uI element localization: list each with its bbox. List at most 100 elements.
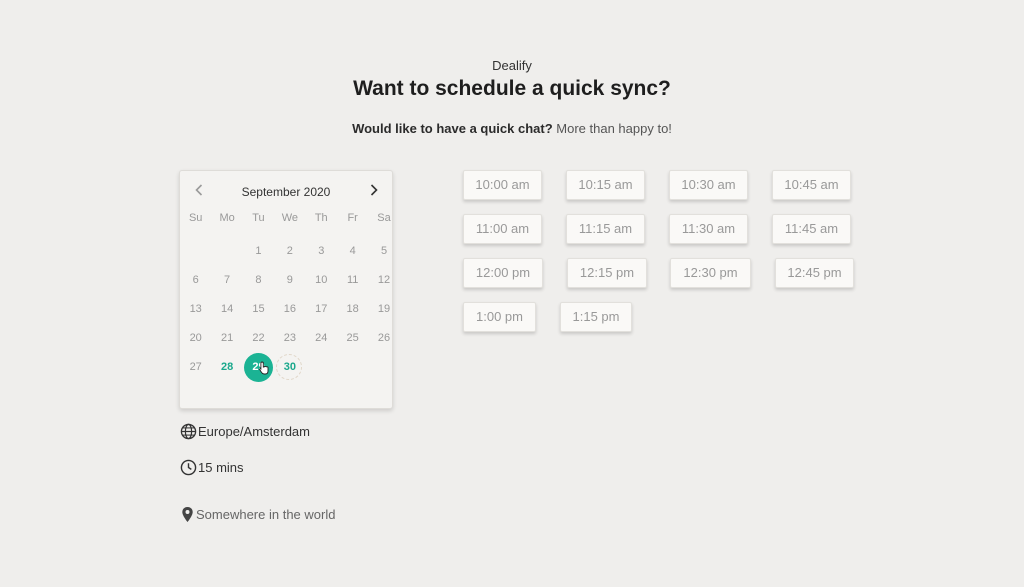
calendar-day: 6 xyxy=(180,266,211,295)
brand-name: Dealify xyxy=(492,58,532,73)
page-subtitle: Would like to have a quick chat? More th… xyxy=(0,121,1024,136)
calendar-day[interactable]: 30 xyxy=(274,353,305,382)
weekday-label: Fr xyxy=(347,212,358,224)
calendar-day: 9 xyxy=(274,266,305,295)
day-number: 25 xyxy=(346,332,359,344)
map-pin-icon xyxy=(182,506,193,523)
time-slot-button[interactable]: 12:30 pm xyxy=(670,258,751,288)
calendar-day: 2 xyxy=(274,237,305,266)
time-slot-button[interactable]: 10:45 am xyxy=(772,170,851,200)
calendar-day: 1 xyxy=(243,237,274,266)
time-slot-button[interactable]: 12:00 pm xyxy=(463,258,543,288)
calendar-week-row: 20 21 22 23 24 25 26 xyxy=(180,324,392,353)
month-label: September 2020 xyxy=(241,185,331,199)
time-slot-button[interactable]: 11:30 am xyxy=(669,214,748,244)
calendar-day: 3 xyxy=(306,237,337,266)
calendar-day: 12 xyxy=(368,266,399,295)
date-picker: September 2020 Su Mo Tu We Th Fr Sa 1 2 3 4 5 6 7 8 9 10… xyxy=(179,170,393,409)
day-number: 12 xyxy=(377,274,391,286)
day-number: 28 xyxy=(220,361,234,373)
day-number: 20 xyxy=(189,332,202,344)
time-slot-button[interactable]: 11:00 am xyxy=(463,214,542,244)
time-slot-button[interactable]: 11:45 am xyxy=(772,214,851,244)
calendar-day-empty xyxy=(211,237,242,266)
calendar-day: 20 xyxy=(180,324,211,353)
calendar-day: 26 xyxy=(368,324,399,353)
calendar-day: 27 xyxy=(180,353,211,382)
day-number: 8 xyxy=(255,274,262,286)
day-number: 1 xyxy=(255,245,262,257)
time-slot-button[interactable]: 1:00 pm xyxy=(463,302,536,332)
day-number: 11 xyxy=(346,274,359,286)
calendar-day: 14 xyxy=(211,295,242,324)
day-number: 23 xyxy=(283,332,296,344)
time-slot-button[interactable]: 12:15 pm xyxy=(567,258,647,288)
day-number: 10 xyxy=(315,274,328,286)
weekday-label: Su xyxy=(188,212,203,224)
calendar-day: 23 xyxy=(274,324,305,353)
day-number: 17 xyxy=(315,303,328,315)
time-slot-button[interactable]: 11:15 am xyxy=(566,214,645,244)
weekday-label: Mo xyxy=(219,212,235,224)
calendar-day: 5 xyxy=(368,237,399,266)
day-number: 13 xyxy=(189,303,202,315)
day-number: 3 xyxy=(318,245,325,257)
chevron-right-icon[interactable] xyxy=(365,184,383,198)
location-info: Somewhere in the world xyxy=(180,506,335,523)
calendar-day: 11 xyxy=(337,266,368,295)
calendar-day: 21 xyxy=(211,324,242,353)
calendar-week-row: 6 7 8 9 10 11 12 xyxy=(180,266,392,295)
calendar-day[interactable]: 28 xyxy=(211,353,242,382)
day-number: 14 xyxy=(220,303,234,315)
day-number: 7 xyxy=(224,274,231,286)
day-number: 24 xyxy=(315,332,328,344)
weekday-label: Sa xyxy=(377,212,391,224)
calendar-day: 19 xyxy=(368,295,399,324)
day-number: 26 xyxy=(377,332,391,344)
calendar-day-empty xyxy=(337,353,368,382)
timezone-label: Europe/Amsterdam xyxy=(198,424,310,439)
timezone-info: Europe/Amsterdam xyxy=(180,423,310,440)
day-number: 5 xyxy=(380,245,388,257)
time-slot-button[interactable]: 10:15 am xyxy=(566,170,645,200)
calendar-day: 15 xyxy=(243,295,274,324)
time-slot-button[interactable]: 10:00 am xyxy=(463,170,542,200)
day-number: 22 xyxy=(252,332,265,344)
calendar-day: 16 xyxy=(274,295,305,324)
day-number: 2 xyxy=(286,245,293,257)
calendar-day: 7 xyxy=(211,266,242,295)
calendar-day: 18 xyxy=(337,295,368,324)
calendar-day-empty xyxy=(368,353,399,382)
calendar-day: 10 xyxy=(306,266,337,295)
time-slot-button[interactable]: 10:30 am xyxy=(669,170,748,200)
calendar-day-selected[interactable]: 29 xyxy=(243,353,274,382)
day-number: 9 xyxy=(286,274,293,286)
calendar-day: 8 xyxy=(243,266,274,295)
day-number: 6 xyxy=(192,274,199,286)
time-slot-button[interactable]: 1:15 pm xyxy=(560,302,632,332)
day-number: 19 xyxy=(377,303,391,315)
weekday-label: Tu xyxy=(252,212,265,224)
calendar-day: 13 xyxy=(180,295,211,324)
duration-label: 15 mins xyxy=(198,460,244,475)
calendar-week-row: 1 2 3 4 5 xyxy=(180,237,392,266)
calendar-day: 17 xyxy=(306,295,337,324)
day-number: 15 xyxy=(252,303,265,315)
clock-icon xyxy=(180,459,197,476)
day-number: 27 xyxy=(189,361,202,373)
day-number: 21 xyxy=(220,332,234,344)
calendar-day: 4 xyxy=(337,237,368,266)
location-label: Somewhere in the world xyxy=(196,507,336,522)
day-number: 16 xyxy=(283,303,296,315)
hand-cursor-icon xyxy=(259,361,269,375)
subtitle-rest: More than happy to! xyxy=(556,121,672,136)
weekday-label: Th xyxy=(314,212,328,224)
calendar-grid: Su Mo Tu We Th Fr Sa 1 2 3 4 5 6 7 8 9 10 11 12 13 14 15 16 17 1… xyxy=(180,211,392,382)
weekday-label: We xyxy=(281,212,299,224)
calendar-day: 22 xyxy=(243,324,274,353)
time-slot-button[interactable]: 12:45 pm xyxy=(775,258,854,288)
calendar-week-row: 27 28 29 30 xyxy=(180,353,392,382)
day-number: 4 xyxy=(349,245,356,257)
day-number: 30 xyxy=(283,361,296,373)
calendar-day: 25 xyxy=(337,324,368,353)
